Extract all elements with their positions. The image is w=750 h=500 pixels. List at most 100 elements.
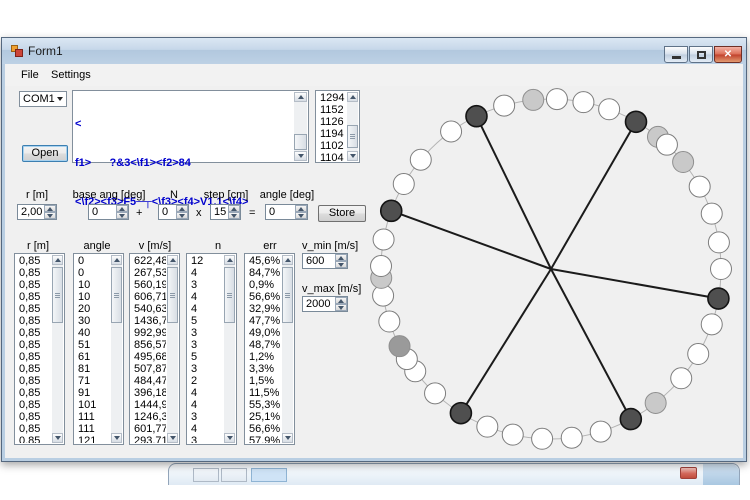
- list-item[interactable]: 0,85: [16, 327, 51, 339]
- list-item[interactable]: 0: [75, 255, 110, 267]
- list-item[interactable]: 606,71: [131, 291, 166, 303]
- list-item[interactable]: 5: [188, 315, 223, 327]
- scroll-thumb[interactable]: [52, 267, 63, 323]
- maximize-button[interactable]: [689, 46, 713, 63]
- menu-settings[interactable]: Settings: [45, 67, 97, 83]
- scrollbar[interactable]: [224, 255, 235, 443]
- list-item[interactable]: 1102: [317, 140, 346, 152]
- scroll-up-button[interactable]: [282, 255, 293, 265]
- list-item[interactable]: 3: [188, 327, 223, 339]
- counts-listbox[interactable]: 129411521126119411021104: [315, 90, 360, 163]
- scroll-down-button[interactable]: [111, 433, 122, 443]
- scroll-down-button[interactable]: [167, 433, 178, 443]
- list-item[interactable]: 121: [75, 435, 110, 443]
- list-item[interactable]: 51: [75, 339, 110, 351]
- list-item[interactable]: 1,5%: [246, 375, 281, 387]
- scroll-thumb[interactable]: [347, 125, 358, 148]
- vmax-spinner[interactable]: 2000: [302, 296, 348, 312]
- spin-down-button[interactable]: [335, 261, 347, 268]
- list-item[interactable]: 0: [75, 267, 110, 279]
- list-item[interactable]: 111: [75, 423, 110, 435]
- list-item[interactable]: 32,9%: [246, 303, 281, 315]
- list-item[interactable]: 4: [188, 267, 223, 279]
- angle-spinner[interactable]: 0: [265, 204, 308, 220]
- list-item[interactable]: 71: [75, 375, 110, 387]
- vmin-spinner[interactable]: 600: [302, 253, 348, 269]
- list-item[interactable]: 0,85: [16, 411, 51, 423]
- scrollbar[interactable]: [294, 92, 307, 161]
- spin-down-button[interactable]: [335, 304, 347, 311]
- scroll-thumb[interactable]: [167, 267, 178, 323]
- list-item[interactable]: 45,6%: [246, 255, 281, 267]
- scrollbar[interactable]: [167, 255, 178, 443]
- spin-down-button[interactable]: [44, 212, 56, 219]
- scroll-up-button[interactable]: [111, 255, 122, 265]
- list-item[interactable]: 55,3%: [246, 399, 281, 411]
- list-item[interactable]: 484,47: [131, 375, 166, 387]
- scroll-down-button[interactable]: [224, 433, 235, 443]
- list-item[interactable]: 0,85: [16, 303, 51, 315]
- background-window[interactable]: [168, 463, 740, 485]
- list-item[interactable]: 992,99: [131, 327, 166, 339]
- v-listbox[interactable]: 622,48267,53560,19606,71540,631436,7992,…: [129, 253, 180, 445]
- base-angle-spinner[interactable]: 0: [88, 204, 129, 220]
- menu-file[interactable]: File: [15, 67, 45, 83]
- scroll-up-button[interactable]: [224, 255, 235, 265]
- store-button[interactable]: Store: [318, 205, 366, 222]
- list-item[interactable]: 10: [75, 291, 110, 303]
- list-item[interactable]: 3: [188, 279, 223, 291]
- list-item[interactable]: 3: [188, 435, 223, 443]
- list-item[interactable]: 61: [75, 351, 110, 363]
- list-item[interactable]: 101: [75, 399, 110, 411]
- list-item[interactable]: 0,85: [16, 339, 51, 351]
- scroll-up-button[interactable]: [167, 255, 178, 265]
- serial-log-textarea[interactable]: < f1> ?&3<\f1><f2>84 <\f2><f3>F5─┬<\f3><…: [72, 90, 309, 163]
- scrollbar[interactable]: [111, 255, 122, 443]
- list-item[interactable]: 1444,9: [131, 399, 166, 411]
- scrollbar[interactable]: [347, 92, 358, 161]
- angle-listbox[interactable]: 0010102030405161817191101111111121: [73, 253, 124, 445]
- scroll-up-button[interactable]: [52, 255, 63, 265]
- list-item[interactable]: 25,1%: [246, 411, 281, 423]
- list-item[interactable]: 3: [188, 363, 223, 375]
- list-item[interactable]: 3: [188, 411, 223, 423]
- n-spinner[interactable]: 0: [158, 204, 189, 220]
- list-item[interactable]: 540,63: [131, 303, 166, 315]
- scrollbar[interactable]: [282, 255, 293, 443]
- list-item[interactable]: 0,85: [16, 387, 51, 399]
- list-item[interactable]: 495,68: [131, 351, 166, 363]
- list-item[interactable]: 40: [75, 327, 110, 339]
- spin-up-button[interactable]: [44, 205, 56, 212]
- spin-up-button[interactable]: [176, 205, 188, 212]
- r-listbox[interactable]: 0,850,850,850,850,850,850,850,850,850,85…: [14, 253, 65, 445]
- open-button[interactable]: Open: [22, 145, 68, 162]
- list-item[interactable]: 47,7%: [246, 315, 281, 327]
- list-item[interactable]: 11,5%: [246, 387, 281, 399]
- list-item[interactable]: 396,18: [131, 387, 166, 399]
- list-item[interactable]: 3,3%: [246, 363, 281, 375]
- scroll-down-button[interactable]: [294, 151, 307, 161]
- list-item[interactable]: 560,19: [131, 279, 166, 291]
- list-item[interactable]: 48,7%: [246, 339, 281, 351]
- spin-up-button[interactable]: [295, 205, 307, 212]
- list-item[interactable]: 1152: [317, 104, 346, 116]
- list-item[interactable]: 4: [188, 291, 223, 303]
- list-item[interactable]: 1194: [317, 128, 346, 140]
- list-item[interactable]: 0,85: [16, 267, 51, 279]
- step-spinner[interactable]: 15: [210, 204, 241, 220]
- spin-down-button[interactable]: [176, 212, 188, 219]
- list-item[interactable]: 84,7%: [246, 267, 281, 279]
- r-spinner[interactable]: 2,00: [17, 204, 57, 220]
- list-item[interactable]: 0,85: [16, 375, 51, 387]
- list-item[interactable]: 111: [75, 411, 110, 423]
- minimize-button[interactable]: [664, 46, 688, 63]
- scroll-down-button[interactable]: [282, 433, 293, 443]
- list-item[interactable]: 0,9%: [246, 279, 281, 291]
- list-item[interactable]: 622,48: [131, 255, 166, 267]
- list-item[interactable]: 4: [188, 303, 223, 315]
- title-bar[interactable]: Form1 ✕: [2, 38, 746, 64]
- list-item[interactable]: 0,85: [16, 255, 51, 267]
- list-item[interactable]: 5: [188, 351, 223, 363]
- list-item[interactable]: 601,77: [131, 423, 166, 435]
- spin-up-button[interactable]: [228, 205, 240, 212]
